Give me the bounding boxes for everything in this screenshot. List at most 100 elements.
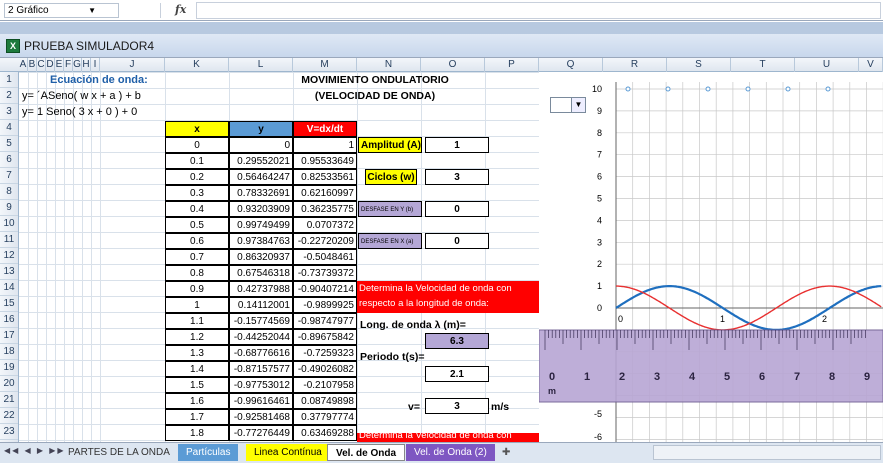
table-cell-y[interactable]: 0.97384763 (229, 233, 293, 249)
phase-y-input[interactable]: 0 (425, 201, 489, 217)
table-cell-x[interactable]: 0.1 (165, 153, 229, 169)
amplitude-input[interactable]: 1 (425, 137, 489, 153)
table-cell-y[interactable]: 0.29552021 (229, 153, 293, 169)
table-cell-x[interactable]: 0.6 (165, 233, 229, 249)
column-header-g[interactable]: G (73, 58, 82, 72)
series-dropdown[interactable]: ▼ (550, 97, 586, 113)
column-header-u[interactable]: U (795, 58, 859, 72)
chevron-down-icon[interactable]: ▼ (88, 6, 96, 15)
table-cell-y[interactable]: 0.67546318 (229, 265, 293, 281)
table-cell-v[interactable]: -0.9899925 (293, 297, 357, 313)
column-header-d[interactable]: D (46, 58, 55, 72)
table-cell-v[interactable]: -0.7259323 (293, 345, 357, 361)
header-x[interactable]: x (165, 121, 229, 137)
table-cell-x[interactable]: 0 (165, 137, 229, 153)
wavelength-value[interactable]: 6.3 (425, 333, 489, 349)
table-cell-x[interactable]: 0.4 (165, 201, 229, 217)
column-header-b[interactable]: B (28, 58, 37, 72)
row-header-6[interactable]: 6 (0, 152, 18, 168)
row-header-19[interactable]: 19 (0, 360, 18, 376)
horizontal-scrollbar[interactable] (653, 445, 881, 460)
column-header-t[interactable]: T (731, 58, 795, 72)
table-cell-v[interactable]: 0.08749898 (293, 393, 357, 409)
row-header-2[interactable]: 2 (0, 88, 18, 104)
table-cell-v[interactable]: 0.95533649 (293, 153, 357, 169)
table-cell-x[interactable]: 0.5 (165, 217, 229, 233)
table-cell-y[interactable]: -0.77276449 (229, 425, 293, 441)
table-cell-y[interactable]: -0.68776616 (229, 345, 293, 361)
tab-partes-de-la-onda[interactable]: PARTES DE LA ONDA (60, 444, 178, 461)
row-header-3[interactable]: 3 (0, 104, 18, 120)
phase-x-input[interactable]: 0 (425, 233, 489, 249)
column-header-r[interactable]: R (603, 58, 667, 72)
table-cell-v[interactable]: 0.0707372 (293, 217, 357, 233)
table-cell-v[interactable]: 0.82533561 (293, 169, 357, 185)
column-header-l[interactable]: L (229, 58, 293, 72)
formula-input[interactable] (196, 2, 881, 19)
table-cell-x[interactable]: 0.9 (165, 281, 229, 297)
table-cell-x[interactable]: 0.7 (165, 249, 229, 265)
table-cell-y[interactable]: 0.86320937 (229, 249, 293, 265)
table-cell-y[interactable]: -0.97753012 (229, 377, 293, 393)
column-header-f[interactable]: F (64, 58, 73, 72)
table-cell-x[interactable]: 1.6 (165, 393, 229, 409)
row-header-17[interactable]: 17 (0, 328, 18, 344)
row-header-16[interactable]: 16 (0, 312, 18, 328)
row-header-23[interactable]: 23 (0, 424, 18, 440)
row-header-5[interactable]: 5 (0, 136, 18, 152)
row-header-9[interactable]: 9 (0, 200, 18, 216)
table-cell-v[interactable]: 0.37797774 (293, 409, 357, 425)
table-cell-v[interactable]: -0.49026082 (293, 361, 357, 377)
table-cell-y[interactable]: 0.56464247 (229, 169, 293, 185)
row-header-1[interactable]: 1 (0, 72, 18, 88)
row-header-8[interactable]: 8 (0, 184, 18, 200)
row-header-18[interactable]: 18 (0, 344, 18, 360)
header-v[interactable]: V=dx/dt (293, 121, 357, 137)
table-cell-y[interactable]: -0.15774569 (229, 313, 293, 329)
row-header-10[interactable]: 10 (0, 216, 18, 232)
chevron-down-icon[interactable]: ▼ (571, 98, 585, 112)
column-header-s[interactable]: S (667, 58, 731, 72)
table-cell-x[interactable]: 1.7 (165, 409, 229, 425)
table-cell-x[interactable]: 1.8 (165, 425, 229, 441)
period-value[interactable]: 2.1 (425, 366, 489, 382)
table-cell-y[interactable]: -0.44252044 (229, 329, 293, 345)
row-header-14[interactable]: 14 (0, 280, 18, 296)
row-header-22[interactable]: 22 (0, 408, 18, 424)
table-cell-v[interactable]: 0.36235775 (293, 201, 357, 217)
column-header-j[interactable]: J (100, 58, 165, 72)
column-header-q[interactable]: Q (539, 58, 603, 72)
row-header-12[interactable]: 12 (0, 248, 18, 264)
column-header-v[interactable]: V (859, 58, 883, 72)
table-cell-v[interactable]: -0.90407214 (293, 281, 357, 297)
table-cell-x[interactable]: 0.3 (165, 185, 229, 201)
column-header-m[interactable]: M (293, 58, 357, 72)
table-cell-y[interactable]: 0.78332691 (229, 185, 293, 201)
table-cell-y[interactable]: -0.87157577 (229, 361, 293, 377)
table-cell-y[interactable]: 0 (229, 137, 293, 153)
velocity-value[interactable]: 3 (425, 398, 489, 414)
header-y[interactable]: y (229, 121, 293, 137)
table-cell-y[interactable]: 0.14112001 (229, 297, 293, 313)
table-cell-x[interactable]: 1.2 (165, 329, 229, 345)
insert-sheet-icon[interactable]: ✚ (494, 444, 518, 461)
row-header-11[interactable]: 11 (0, 232, 18, 248)
column-header-h[interactable]: H (82, 58, 91, 72)
function-icon[interactable]: fx (175, 3, 186, 16)
wave-chart[interactable]: 10 9 8 7 6 5 4 3 2 1 0 0 1 2 0 1 2 3 4 5 6 7 8 9 m -5 -6 (539, 72, 883, 442)
column-header-a[interactable]: A (19, 58, 28, 72)
table-cell-v[interactable]: -0.2107958 (293, 377, 357, 393)
table-cell-v[interactable]: -0.22720209 (293, 233, 357, 249)
column-header-c[interactable]: C (37, 58, 46, 72)
table-cell-x[interactable]: 1.5 (165, 377, 229, 393)
column-header-p[interactable]: P (485, 58, 539, 72)
column-header-o[interactable]: O (421, 58, 485, 72)
column-header-n[interactable]: N (357, 58, 421, 72)
table-cell-x[interactable]: 0.2 (165, 169, 229, 185)
name-box[interactable]: 2 Gráfico ▼ (4, 3, 119, 18)
table-cell-v[interactable]: -0.73739372 (293, 265, 357, 281)
row-header-4[interactable]: 4 (0, 120, 18, 136)
table-cell-x[interactable]: 1.1 (165, 313, 229, 329)
table-cell-x[interactable]: 1 (165, 297, 229, 313)
table-cell-v[interactable]: 0.62160997 (293, 185, 357, 201)
